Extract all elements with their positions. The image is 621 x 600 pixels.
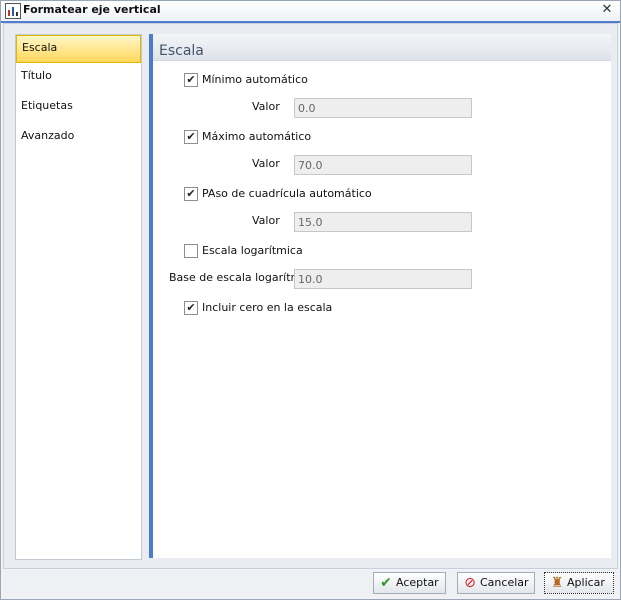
log-scale-checkbox[interactable] <box>184 244 198 258</box>
log-base-field[interactable]: 10.0 <box>294 269 472 289</box>
max-auto-label: Máximo automático <box>202 130 312 143</box>
step-value-label: Valor <box>252 214 280 227</box>
step-auto-checkbox[interactable]: ✔ <box>184 187 198 201</box>
nav-item-titulo[interactable]: Título <box>16 63 141 93</box>
include-zero-label: Incluir cero en la escala <box>202 301 333 314</box>
cancel-label: Cancelar <box>480 576 529 589</box>
apply-button[interactable]: ♜ Aplicar <box>544 572 614 594</box>
no-entry-icon: ⊘ <box>464 575 476 591</box>
nav-item-etiquetas[interactable]: Etiquetas <box>16 93 141 123</box>
log-base-label: Base de escala logarítr <box>169 271 296 284</box>
step-value-field[interactable]: 15.0 <box>294 212 472 232</box>
max-auto-checkbox[interactable]: ✔ <box>184 130 198 144</box>
scale-panel: Escala ✔ Mínimo automático Valor 0.0 ✔ M… <box>149 34 611 558</box>
min-auto-label: Mínimo automático <box>202 73 308 86</box>
cancel-button[interactable]: ⊘ Cancelar <box>457 572 535 594</box>
apply-label: Aplicar <box>567 576 605 589</box>
title-bar: Formatear eje vertical ✕ <box>1 1 620 23</box>
accept-button[interactable]: ✔ Aceptar <box>373 572 446 594</box>
chart-icon <box>5 3 21 19</box>
dialog-body: Escala Título Etiquetas Avanzado Escala … <box>3 23 618 569</box>
min-value-label: Valor <box>252 100 280 113</box>
step-auto-label: PAso de cuadrícula automático <box>202 187 372 200</box>
nav-item-escala[interactable]: Escala <box>16 35 141 63</box>
dialog-title: Formatear eje vertical <box>23 3 161 16</box>
log-scale-label: Escala logarítmica <box>202 244 303 257</box>
close-icon[interactable]: ✕ <box>600 3 614 17</box>
nav-item-avanzado[interactable]: Avanzado <box>16 123 141 153</box>
category-nav: Escala Título Etiquetas Avanzado <box>15 34 142 560</box>
min-value-field[interactable]: 0.0 <box>294 98 472 118</box>
min-auto-checkbox[interactable]: ✔ <box>184 73 198 87</box>
accept-label: Aceptar <box>396 576 439 589</box>
button-bar: ✔ Aceptar ⊘ Cancelar ♜ Aplicar <box>3 570 618 597</box>
max-value-label: Valor <box>252 157 280 170</box>
section-title: Escala <box>159 43 204 59</box>
section-header: Escala <box>153 34 611 61</box>
stamp-icon: ♜ <box>550 575 564 591</box>
checkmark-icon: ✔ <box>380 575 392 591</box>
format-vertical-axis-dialog: Formatear eje vertical ✕ Escala Título E… <box>0 0 621 600</box>
include-zero-checkbox[interactable]: ✔ <box>184 301 198 315</box>
max-value-field[interactable]: 70.0 <box>294 155 472 175</box>
